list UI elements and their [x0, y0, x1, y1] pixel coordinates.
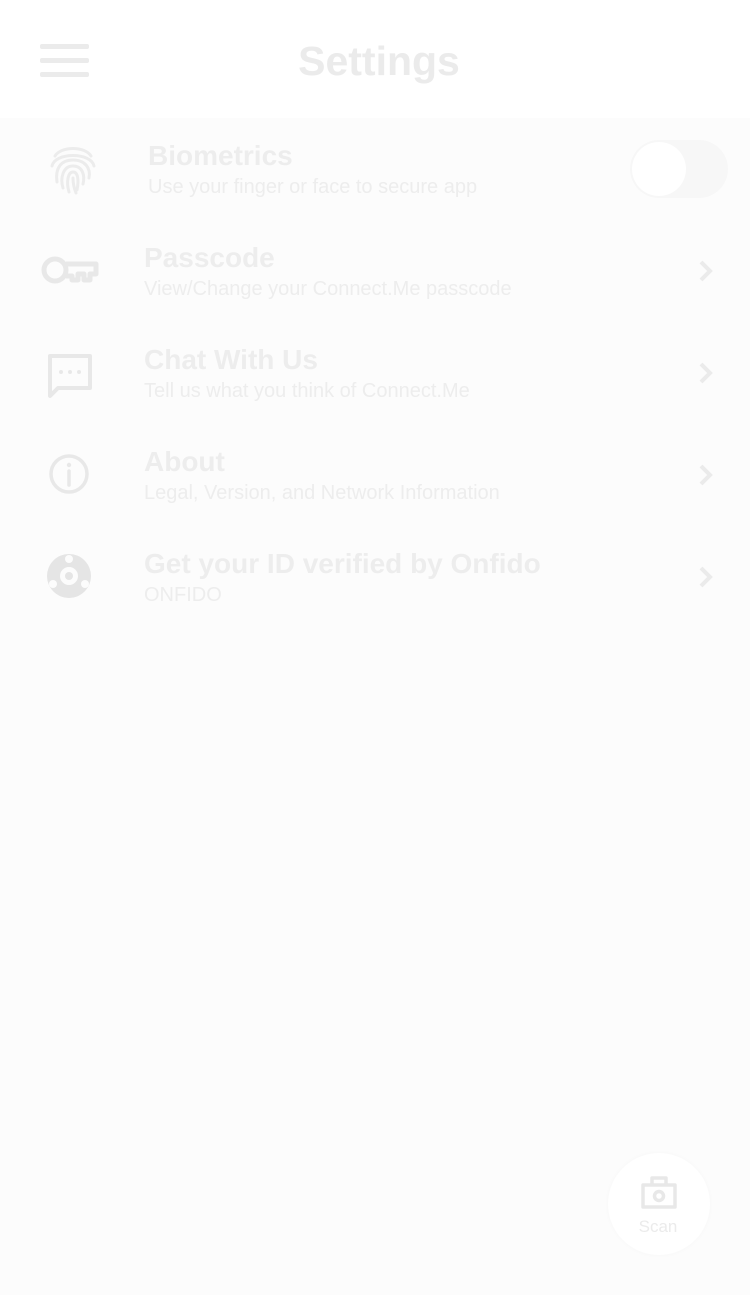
onfido-icon — [39, 546, 99, 606]
chat-subtitle: Tell us what you think of Connect.Me — [144, 380, 470, 402]
settings-screen: Settings Biometrics Use your finger or f… — [0, 0, 750, 1295]
settings-list: Biometrics Use your finger or face to se… — [0, 118, 750, 1295]
passcode-subtitle: View/Change your Connect.Me passcode — [144, 278, 512, 300]
header-bar: Settings — [0, 0, 750, 118]
biometrics-title: Biometrics — [148, 140, 293, 171]
settings-row-biometrics: Biometrics Use your finger or face to se… — [0, 118, 750, 220]
fingerprint-icon — [43, 138, 103, 198]
page-title: Settings — [298, 38, 460, 84]
passcode-title: Passcode — [144, 242, 275, 273]
chevron-right-icon — [694, 359, 718, 387]
settings-row-chat[interactable]: Chat With Us Tell us what you think of C… — [0, 322, 750, 424]
camera-icon — [639, 1173, 679, 1211]
about-title: About — [144, 446, 225, 477]
settings-row-onfido[interactable]: Get your ID verified by Onfido ONFIDO — [0, 526, 750, 628]
biometrics-toggle[interactable] — [630, 140, 728, 198]
onfido-title: Get your ID verified by Onfido — [144, 548, 541, 579]
info-icon — [39, 444, 99, 504]
scan-label: Scan — [638, 1217, 678, 1236]
chat-title: Chat With Us — [144, 344, 318, 375]
scan-button[interactable]: Scan — [608, 1153, 710, 1255]
chat-bubble-icon — [40, 344, 100, 404]
settings-row-about[interactable]: About Legal, Version, and Network Inform… — [0, 424, 750, 526]
about-subtitle: Legal, Version, and Network Information — [144, 482, 500, 504]
chevron-right-icon — [694, 563, 718, 591]
chevron-right-icon — [694, 461, 718, 489]
key-icon — [40, 240, 100, 300]
toggle-knob — [632, 142, 686, 196]
onfido-subtitle: ONFIDO — [144, 584, 222, 606]
settings-row-passcode[interactable]: Passcode View/Change your Connect.Me pas… — [0, 220, 750, 322]
chevron-right-icon — [694, 257, 718, 285]
biometrics-subtitle: Use your finger or face to secure app — [148, 176, 478, 198]
